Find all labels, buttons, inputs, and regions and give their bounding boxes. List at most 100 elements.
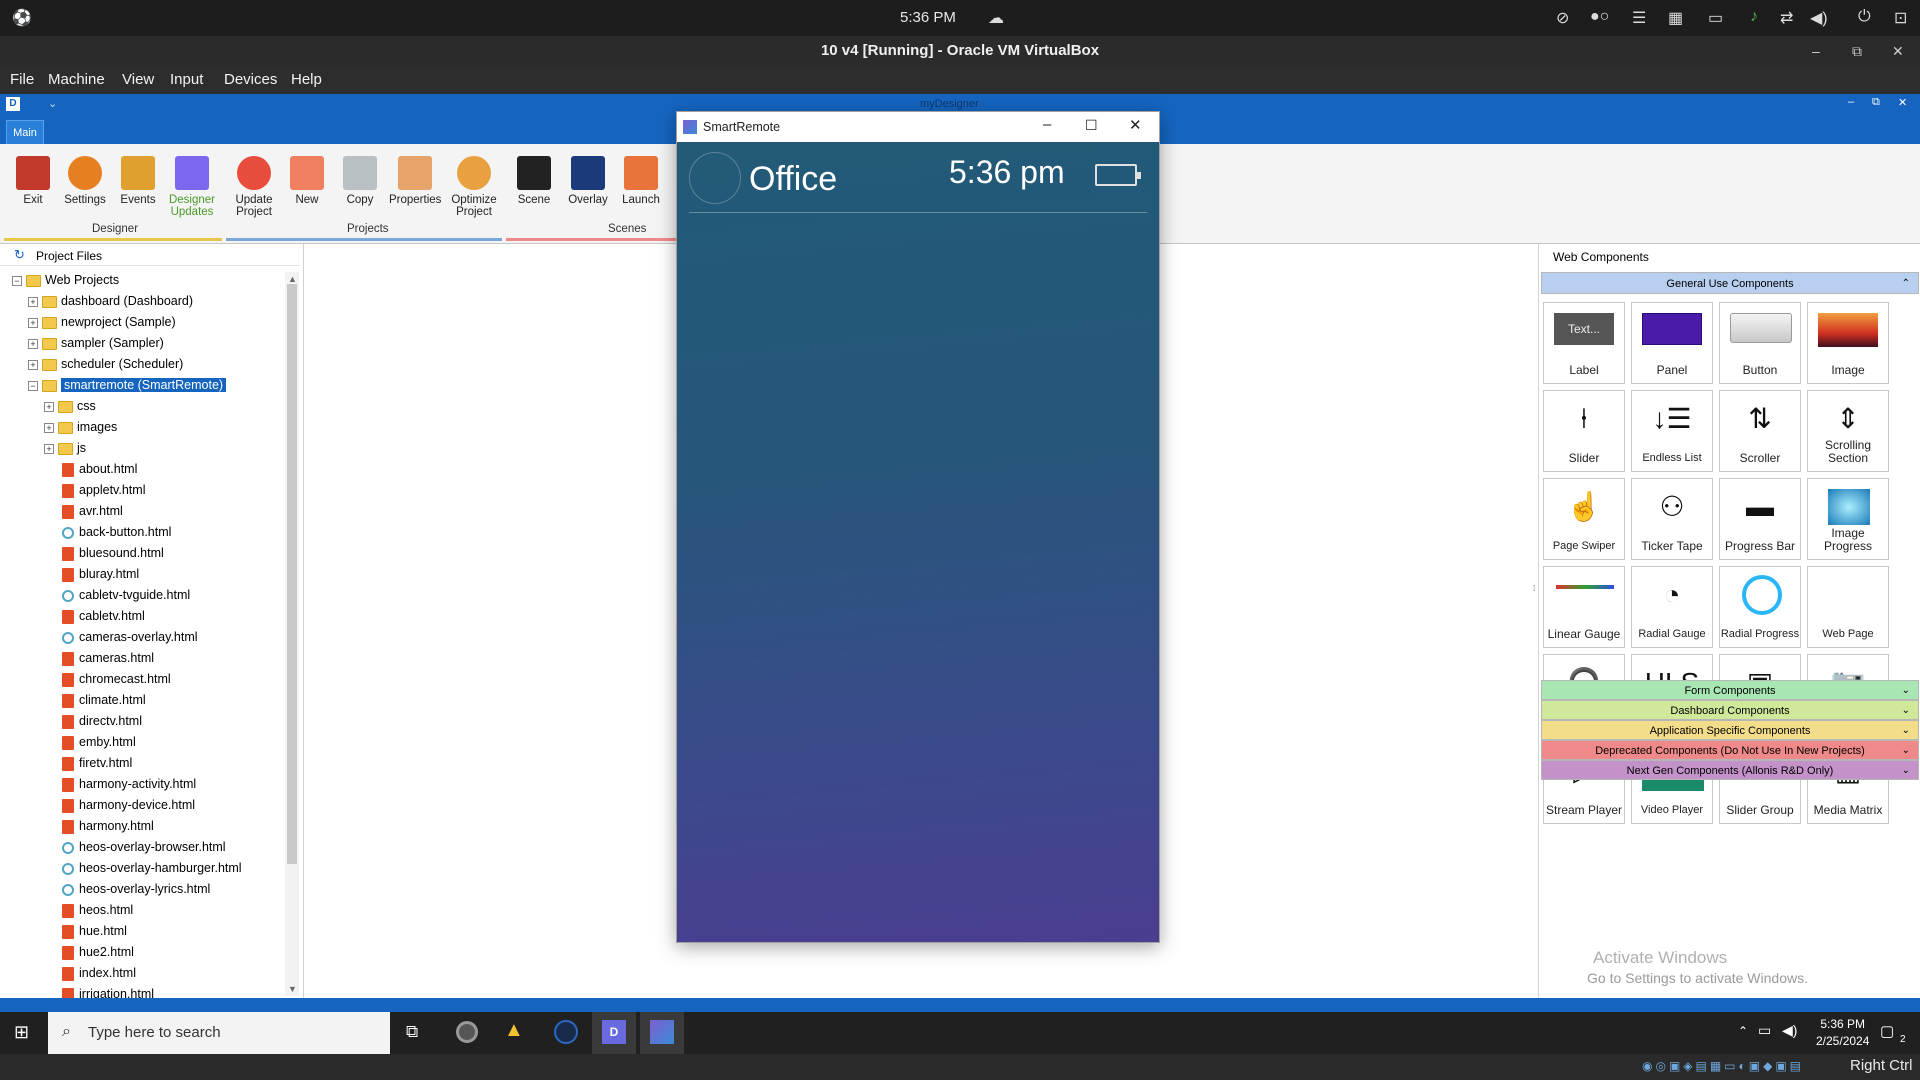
do-not-disturb-icon[interactable]: ⊘ — [1556, 8, 1569, 28]
tree-subfolder[interactable]: + images — [44, 417, 117, 438]
tree-file[interactable]: index.html — [62, 963, 136, 984]
component-tile-panel[interactable]: Panel — [1631, 302, 1713, 384]
tree-file[interactable]: harmony-activity.html — [62, 774, 196, 795]
component-tile-radial-progress[interactable]: Radial Progress — [1719, 566, 1801, 648]
start-icon[interactable]: ⊞ — [14, 1022, 29, 1043]
expand-icon[interactable]: + — [44, 401, 54, 412]
obs-icon[interactable] — [456, 1021, 478, 1043]
task-view-icon[interactable]: ⧉ — [406, 1022, 418, 1042]
tree-file[interactable]: heos-overlay-hamburger.html — [62, 858, 242, 879]
expand-icon[interactable]: + — [44, 422, 54, 433]
component-tile-button[interactable]: Button — [1719, 302, 1801, 384]
designer-updates-button[interactable]: Designer Updates — [166, 150, 218, 230]
tree-file[interactable]: cabletv-tvguide.html — [62, 585, 190, 606]
accordion-section[interactable]: Form Components ⌄ — [1541, 680, 1919, 700]
tree-file[interactable]: heos-overlay-lyrics.html — [62, 879, 210, 900]
launch-button[interactable]: Launch — [615, 150, 667, 230]
tree-file[interactable]: harmony.html — [62, 816, 154, 837]
tree-project[interactable]: + newproject (Sample) — [28, 312, 176, 333]
app-close-icon[interactable]: ✕ — [1898, 96, 1907, 109]
tree-file[interactable]: hue.html — [62, 921, 127, 942]
sr-close-icon[interactable]: ✕ — [1129, 116, 1142, 134]
component-tile-image[interactable]: Image — [1807, 302, 1889, 384]
tree-file[interactable]: bluesound.html — [62, 543, 164, 564]
accordion-section[interactable]: Dashboard Components ⌄ — [1541, 700, 1919, 720]
taskbar-clock[interactable]: 5:36 PM 2/25/2024 — [1816, 1016, 1869, 1050]
top-bar-clock[interactable]: 5:36 PM — [900, 9, 956, 26]
collapse-icon[interactable]: − — [12, 275, 22, 286]
expand-icon[interactable]: + — [28, 296, 38, 307]
menu-icon[interactable]: ☰ — [1632, 8, 1646, 28]
network-icon[interactable]: ⇄ — [1780, 8, 1793, 28]
menu-file[interactable]: File — [10, 71, 34, 88]
tree-subfolder[interactable]: + css — [44, 396, 96, 417]
expand-icon[interactable]: + — [28, 338, 38, 349]
tree-file[interactable]: cameras.html — [62, 648, 154, 669]
tree-project[interactable]: − smartremote (SmartRemote) — [28, 375, 227, 396]
events-button[interactable]: Events — [112, 150, 164, 230]
tree-file[interactable]: avr.html — [62, 501, 123, 522]
component-tile-radial-gauge[interactable]: ◔ Radial Gauge — [1631, 566, 1713, 648]
tree-file[interactable]: heos-overlay-browser.html — [62, 837, 226, 858]
expand-icon[interactable]: + — [28, 317, 38, 328]
tree-project[interactable]: + sampler (Sampler) — [28, 333, 164, 354]
expand-icon[interactable]: + — [28, 359, 38, 370]
warning-app-icon[interactable]: ▲ — [504, 1019, 524, 1042]
splitter-handle-icon[interactable]: ⁞ — [1533, 584, 1535, 593]
quick-access-icon[interactable]: ⌄ — [48, 97, 57, 110]
overlay-button[interactable]: Overlay — [562, 150, 614, 230]
new-project-button[interactable]: New — [281, 150, 333, 230]
notification-icon[interactable]: ▢ — [1880, 1022, 1894, 1040]
tray-chevron-icon[interactable]: ⌃ — [1738, 1024, 1748, 1038]
component-tile-label[interactable]: Text... Label — [1543, 302, 1625, 384]
tree-project[interactable]: + scheduler (Scheduler) — [28, 354, 183, 375]
toggle-icon[interactable]: ●○ — [1590, 8, 1609, 26]
tree-subfolder[interactable]: + js — [44, 438, 86, 459]
component-tile-scrolling-section[interactable]: ⇕ Scrolling Section — [1807, 390, 1889, 472]
component-tile-progress-bar[interactable]: ▬ Progress Bar — [1719, 478, 1801, 560]
tree-file[interactable]: about.html — [62, 459, 137, 480]
component-tile-scroller[interactable]: ⇅ Scroller — [1719, 390, 1801, 472]
component-tile-endless-list[interactable]: ↓☰ Endless List — [1631, 390, 1713, 472]
minimize-icon[interactable]: – — [1812, 36, 1820, 66]
grid-icon[interactable]: ▦ — [1668, 8, 1683, 28]
scroll-up-icon[interactable]: ▲ — [288, 274, 297, 284]
tree-file[interactable]: directv.html — [62, 711, 142, 732]
tree-file[interactable]: cameras-overlay.html — [62, 627, 198, 648]
properties-button[interactable]: Properties — [389, 150, 441, 230]
taskbar-search[interactable]: ⌕ Type here to search — [48, 1012, 390, 1054]
optimize-project-button[interactable]: Optimize Project — [448, 150, 500, 230]
designer-app-icon[interactable] — [554, 1020, 578, 1044]
component-tile-slider[interactable]: ⍿ Slider — [1543, 390, 1625, 472]
app-minimize-icon[interactable]: – — [1848, 96, 1854, 108]
folder-icon[interactable]: ▭ — [1708, 8, 1723, 28]
room-name[interactable]: Office — [749, 160, 837, 199]
tree-project[interactable]: + dashboard (Dashboard) — [28, 291, 193, 312]
restore-icon[interactable]: ⧉ — [1852, 36, 1862, 66]
accordion-section[interactable]: Deprecated Components (Do Not Use In New… — [1541, 740, 1919, 760]
tray-network-icon[interactable]: ▭ — [1758, 1022, 1771, 1039]
menu-view[interactable]: View — [122, 71, 154, 88]
tree-file[interactable]: hue2.html — [62, 942, 134, 963]
accordion-section[interactable]: Application Specific Components ⌄ — [1541, 720, 1919, 740]
tree-file[interactable]: heos.html — [62, 900, 133, 921]
tree-file[interactable]: appletv.html — [62, 480, 145, 501]
tree-file[interactable]: harmony-device.html — [62, 795, 195, 816]
menu-machine[interactable]: Machine — [48, 71, 105, 88]
component-tile-linear-gauge[interactable]: Linear Gauge — [1543, 566, 1625, 648]
settings-button[interactable]: Settings — [59, 150, 111, 230]
scroll-down-icon[interactable]: ▼ — [288, 984, 297, 994]
system-logo-icon[interactable]: ⚽ — [12, 8, 32, 28]
app-restore-icon[interactable]: ⧉ — [1872, 96, 1880, 109]
menu-help[interactable]: Help — [291, 71, 322, 88]
tree-file[interactable]: chromecast.html — [62, 669, 171, 690]
tree-file[interactable]: emby.html — [62, 732, 136, 753]
component-tile-image-progress[interactable]: Image Progress — [1807, 478, 1889, 560]
component-tile-page-swiper[interactable]: ☝ Page Swiper — [1543, 478, 1625, 560]
tree-file[interactable]: firetv.html — [62, 753, 132, 774]
expand-icon[interactable]: + — [44, 443, 54, 454]
scene-button[interactable]: Scene — [508, 150, 560, 230]
close-icon[interactable]: ✕ — [1892, 36, 1904, 66]
accordion-general-use[interactable]: General Use Components ⌃ — [1541, 272, 1919, 294]
update-project-button[interactable]: Update Project — [228, 150, 280, 230]
